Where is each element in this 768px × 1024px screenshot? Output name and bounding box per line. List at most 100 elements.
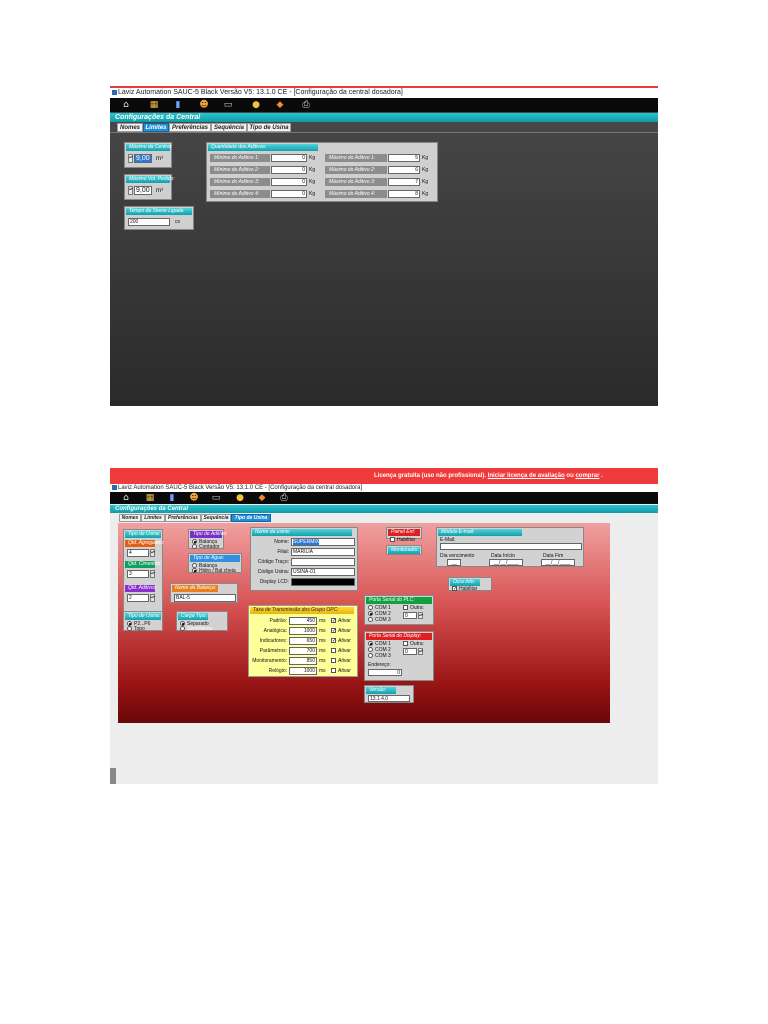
- outra-input[interactable]: 0: [403, 612, 417, 619]
- ativar-checkbox[interactable]: ✓: [331, 628, 336, 634]
- radio-simultanea[interactable]: [180, 626, 185, 631]
- users-icon[interactable]: ☻: [198, 100, 210, 110]
- radio-contador[interactable]: [192, 544, 197, 549]
- monitor-icon[interactable]: ▭: [222, 100, 234, 110]
- printer-icon[interactable]: ⎙: [278, 493, 290, 503]
- page-header: Configurações da Central: [110, 113, 658, 122]
- truck-icon[interactable]: ●: [234, 493, 246, 503]
- group-title: Porta Serial do PLC:: [366, 597, 432, 604]
- factory-icon[interactable]: ▦: [144, 493, 156, 503]
- home-icon[interactable]: ⌂: [120, 493, 132, 503]
- spin-button[interactable]: ▴▾: [128, 154, 133, 163]
- tab-tipo-usina[interactable]: Tipo de Usina: [231, 514, 271, 522]
- printer-icon[interactable]: ⎙: [300, 100, 312, 110]
- field-label: Filial:: [277, 549, 289, 555]
- maximo-central-input[interactable]: 9,00: [134, 154, 152, 163]
- ativar-checkbox[interactable]: ✓: [331, 638, 336, 644]
- taxa-input[interactable]: 450: [289, 617, 317, 625]
- field-input[interactable]: USINA-01: [291, 568, 355, 576]
- ativar-checkbox[interactable]: [331, 648, 336, 653]
- data-inicio-input[interactable]: __/__/____: [489, 559, 523, 566]
- taxa-label: Monitoramento:: [252, 658, 287, 664]
- field-input[interactable]: [291, 578, 355, 586]
- tab-sequencia[interactable]: Sequência: [211, 123, 247, 132]
- truck-icon[interactable]: ●: [250, 100, 262, 110]
- unit-label: ms: [319, 648, 326, 654]
- spin-button[interactable]: ▴▾: [150, 570, 155, 578]
- radio-topo[interactable]: [127, 626, 132, 631]
- max-aditivo-input[interactable]: 8: [388, 190, 420, 198]
- users-icon[interactable]: ☻: [188, 493, 200, 503]
- factory-icon[interactable]: ▦: [148, 100, 160, 110]
- tab-nomes[interactable]: Nomes: [117, 123, 143, 132]
- max-aditivo-input[interactable]: 5: [388, 154, 420, 162]
- tools-icon[interactable]: ◆: [274, 100, 286, 110]
- taxa-input[interactable]: 700: [289, 647, 317, 655]
- habilitar-checkbox[interactable]: ✓: [452, 586, 457, 592]
- field-label: Código Traço:: [257, 559, 289, 565]
- radio-com2[interactable]: [368, 647, 373, 652]
- radio-hidro[interactable]: [192, 568, 197, 573]
- qtd-agregados-input[interactable]: 4: [127, 549, 149, 557]
- spin-button[interactable]: ▴▾: [150, 549, 155, 557]
- divider: [110, 132, 658, 133]
- tab-nomes[interactable]: Nomes: [119, 514, 141, 522]
- field-input[interactable]: [291, 558, 355, 566]
- field-input[interactable]: SUPERMIX: [291, 538, 355, 546]
- max-aditivo-label: Máximo do Aditivo 1:: [325, 154, 387, 162]
- dia-vencimento-input[interactable]: __: [447, 559, 461, 566]
- data-fim-input[interactable]: __/__/____: [541, 559, 575, 566]
- outra-checkbox[interactable]: [403, 605, 408, 610]
- tab-preferencias[interactable]: Preferências: [165, 514, 201, 522]
- tab-tipo-usina[interactable]: Tipo de Usina: [247, 123, 291, 132]
- min-aditivo-input[interactable]: 0: [271, 154, 307, 162]
- home-icon[interactable]: ⌂: [120, 100, 132, 110]
- spin-button[interactable]: ▴▾: [150, 594, 155, 602]
- outra-checkbox[interactable]: [403, 641, 408, 646]
- tab-preferencias[interactable]: Preferências: [169, 123, 211, 132]
- radio-com3[interactable]: [368, 653, 373, 658]
- spin-button[interactable]: ▴▾: [418, 648, 423, 655]
- radio-com2[interactable]: [368, 611, 373, 616]
- taxa-input[interactable]: 850: [289, 657, 317, 665]
- taxa-input[interactable]: 650: [289, 637, 317, 645]
- spin-button[interactable]: ▴▾: [418, 612, 423, 619]
- monitor-icon[interactable]: ▭: [210, 493, 222, 503]
- qtd-aditivos-input[interactable]: 2: [127, 594, 149, 602]
- outra-input[interactable]: 0: [403, 648, 417, 655]
- tab-limites[interactable]: Limites: [143, 123, 169, 132]
- ativar-checkbox[interactable]: ✓: [331, 618, 336, 624]
- habilitar-checkbox[interactable]: [390, 537, 395, 542]
- min-aditivo-input[interactable]: 0: [271, 166, 307, 174]
- ativar-checkbox[interactable]: [331, 668, 336, 673]
- max-aditivo-input[interactable]: 6: [388, 166, 420, 174]
- app-icon: [112, 485, 117, 490]
- min-aditivo-input[interactable]: 0: [271, 190, 307, 198]
- tools-icon[interactable]: ◆: [256, 493, 268, 503]
- radio-com1[interactable]: [368, 605, 373, 610]
- book-icon[interactable]: ▮: [166, 493, 178, 503]
- taxa-input[interactable]: 1000: [289, 627, 317, 635]
- email-input[interactable]: [440, 543, 582, 550]
- tab-sequencia[interactable]: Sequência: [201, 514, 231, 522]
- nome-balanca-input[interactable]: BAL-5: [174, 594, 236, 602]
- field-input[interactable]: MARÍLIA: [291, 548, 355, 556]
- tab-limites[interactable]: Limites: [141, 514, 165, 522]
- qtd-cimentos-input[interactable]: 3: [127, 570, 149, 578]
- radio-com1[interactable]: [368, 641, 373, 646]
- trial-license-link[interactable]: Iniciar licença de avaliação: [488, 473, 565, 479]
- endereco-input[interactable]: 0: [368, 669, 402, 676]
- spin-button[interactable]: ▴▾: [128, 186, 133, 195]
- min-aditivo-input[interactable]: 0: [271, 178, 307, 186]
- tempo-sirene-input[interactable]: 200: [128, 218, 170, 226]
- book-icon[interactable]: ▮: [172, 100, 184, 110]
- taxa-input[interactable]: 1000: [289, 667, 317, 675]
- max-aditivo-input[interactable]: 7: [388, 178, 420, 186]
- radio-com3[interactable]: [368, 617, 373, 622]
- painel-ent-group: Painel Ent: Habilitar: [386, 527, 422, 543]
- ativar-checkbox[interactable]: [331, 658, 336, 663]
- unit-label: ms: [319, 638, 326, 644]
- buy-link[interactable]: comprar: [575, 473, 599, 479]
- maximo-vol-pedido-input[interactable]: 9,00: [134, 186, 152, 195]
- license-ou: ou: [566, 473, 574, 479]
